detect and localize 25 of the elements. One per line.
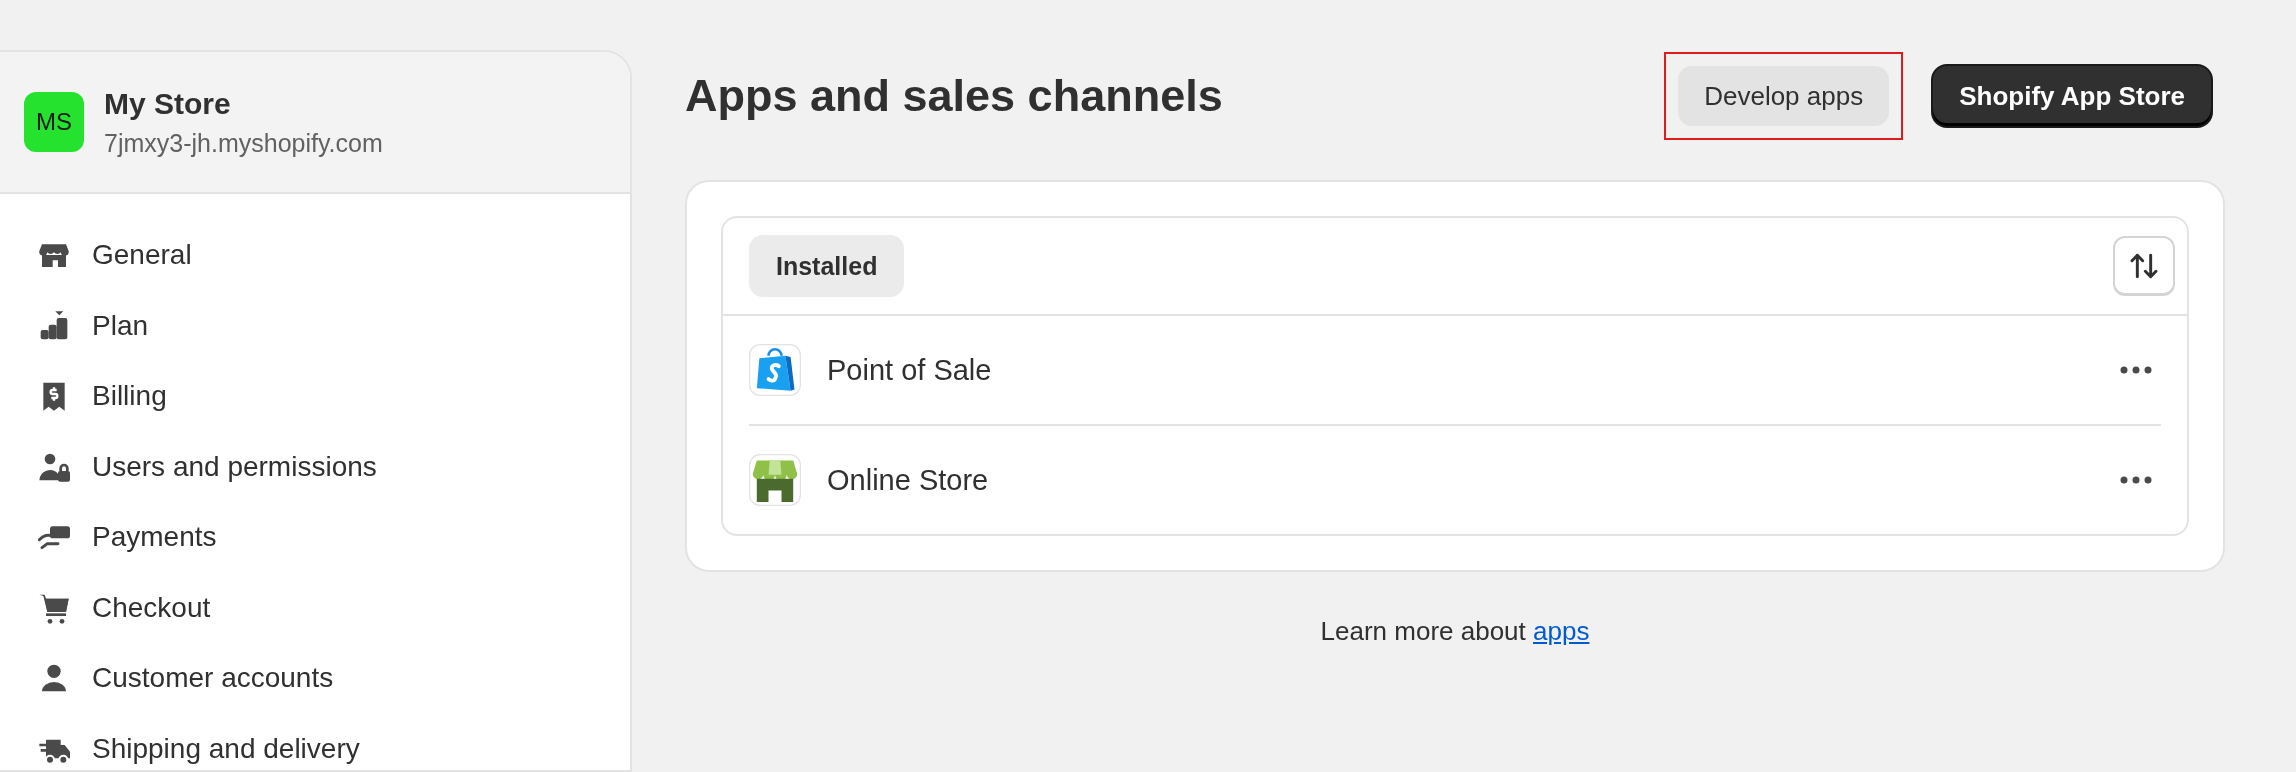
sidebar-item[interactable]: Customer accounts [92,662,334,695]
store-domain: 7jmxy3-jh.myshopify.com [104,128,383,158]
store-avatar: MS [24,92,84,152]
develop-apps-button[interactable]: Develop apps [1678,66,1890,126]
app-store-button[interactable]: Shopify App Store [1933,66,2211,126]
apps-link[interactable]: apps [1533,616,1590,646]
sidebar-item[interactable]: General [92,239,192,272]
sidebar-item[interactable]: Payments [92,521,217,554]
storefront-icon [749,454,801,506]
app-name[interactable]: Point of Sale [827,353,2085,387]
ellipsis-icon [2119,475,2153,485]
page-title: Apps and sales channels [685,70,1224,122]
sidebar-item[interactable]: Billing [92,380,167,413]
store-name: My Store [104,86,232,121]
plan-icon[interactable] [38,309,70,342]
app-name[interactable]: Online Store [827,463,2085,497]
sort-button[interactable] [2113,236,2175,296]
learn-more-text: Learn more about apps [1320,616,1590,646]
sidebar-item[interactable]: Plan [92,309,149,342]
ellipsis-icon [2119,365,2153,375]
shopping-bag-icon [749,344,801,396]
sidebar-item[interactable]: Users and permissions [92,450,377,483]
sidebar-item[interactable]: Checkout [92,591,211,624]
filter-tab[interactable]: Installed [749,235,905,297]
sidebar-item[interactable]: Shipping and delivery [92,732,360,765]
